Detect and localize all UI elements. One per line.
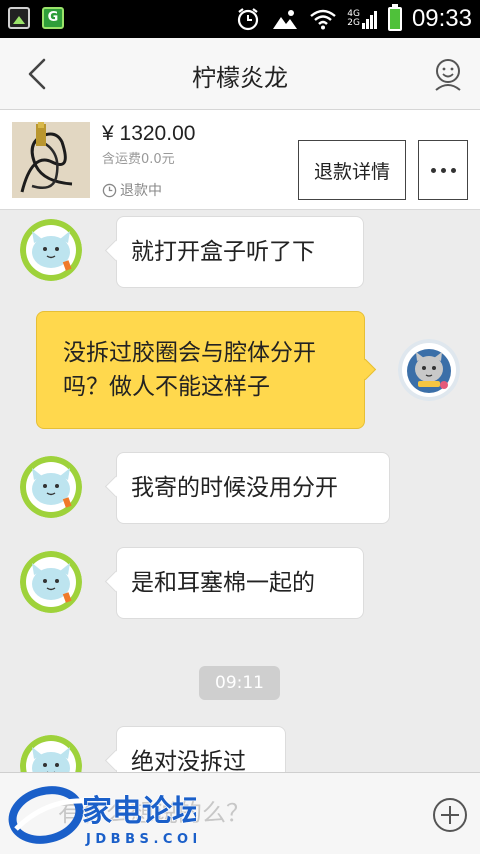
- order-price: ¥ 1320.00: [102, 122, 196, 145]
- add-attachment-icon[interactable]: [432, 797, 468, 833]
- signal-bars-icon: [361, 11, 377, 29]
- gallery-notification-icon: [8, 7, 30, 29]
- jdbbs-watermark-logo: 家电论坛 J D B B S . C O M: [8, 786, 196, 847]
- wifi-icon: [310, 9, 337, 30]
- buyer-avatar[interactable]: [20, 735, 82, 772]
- message-bubble[interactable]: 是和耳塞棉一起的: [116, 547, 364, 619]
- svg-text:家电论坛: 家电论坛: [82, 794, 196, 829]
- photo-upload-icon: [273, 10, 298, 29]
- message-timestamp: 09:11: [199, 666, 280, 700]
- refund-status: 退款中: [102, 180, 162, 200]
- refund-status-label: 退款中: [120, 183, 162, 199]
- refund-details-button[interactable]: 退款详情: [298, 140, 406, 200]
- title-bar: 柠檬炎龙: [0, 38, 480, 110]
- more-dot: [440, 167, 446, 173]
- chat-messages[interactable]: 就打开盒子听了下 没拆过胶圈会与腔体分开吗？做人不能这样子 我寄的时候没用分开 …: [0, 211, 480, 772]
- status-bar: G 4G 2G 09:33: [0, 0, 480, 38]
- network-2g-label: 2G: [347, 18, 360, 28]
- earphone-cable-image: [12, 122, 90, 198]
- message-bubble[interactable]: 我寄的时候没用分开: [116, 452, 390, 524]
- more-dot: [430, 167, 436, 173]
- cellular-signal: 4G 2G: [347, 10, 360, 28]
- message-input-bar: 有什么想说的么？ 家电论坛 J D B B S . C O M: [0, 772, 480, 854]
- chat-title: 柠檬炎龙: [192, 64, 288, 92]
- seller-avatar[interactable]: [398, 339, 460, 401]
- buyer-avatar[interactable]: [20, 219, 82, 281]
- app-notification-icon: G: [42, 7, 64, 29]
- buyer-avatar[interactable]: [20, 456, 82, 518]
- alarm-icon: [238, 8, 259, 31]
- own-message-bubble[interactable]: 没拆过胶圈会与腔体分开吗？做人不能这样子: [36, 311, 365, 429]
- more-dot: [450, 167, 456, 173]
- contact-profile-icon[interactable]: [432, 56, 464, 92]
- clock-time: 09:33: [411, 5, 472, 32]
- order-card[interactable]: ¥ 1320.00 含运费0.0元 退款中 退款详情: [0, 110, 480, 210]
- svg-text:J D B B S . C O M: J D B B S . C O M: [85, 832, 196, 847]
- clock-icon: [102, 183, 117, 197]
- product-thumbnail[interactable]: [12, 122, 90, 198]
- message-bubble[interactable]: 就打开盒子听了下: [116, 216, 364, 288]
- buyer-avatar[interactable]: [20, 551, 82, 613]
- more-options-button[interactable]: [418, 140, 468, 200]
- message-bubble[interactable]: 绝对没拆过: [116, 726, 286, 772]
- shipping-fee: 含运费0.0元: [102, 152, 175, 167]
- battery-icon: [387, 4, 402, 31]
